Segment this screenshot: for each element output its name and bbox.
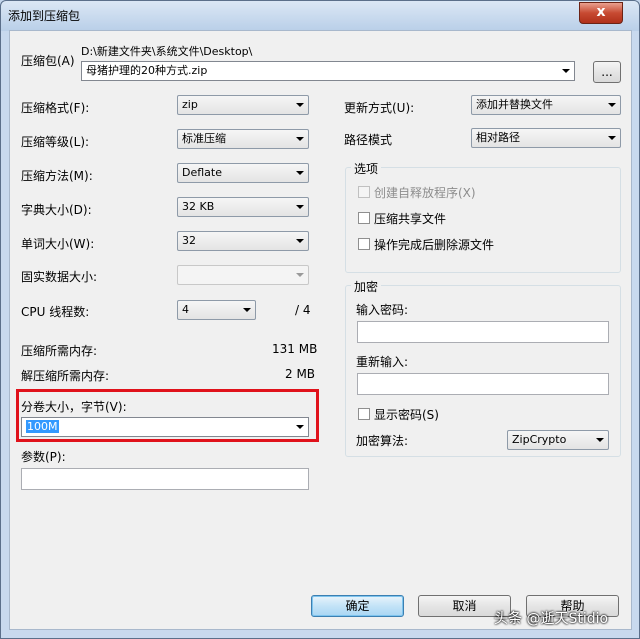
split-value: 100M [26,420,59,433]
dict-select[interactable]: 32 KB [177,197,309,217]
chevron-down-icon [243,308,251,312]
archive-label: 压缩包(A) [21,54,75,68]
mem-decompress-label: 解压缩所需内存: [21,369,110,383]
chevron-down-icon [296,425,304,429]
threads-total: / 4 [295,303,311,317]
chevron-down-icon [296,273,304,277]
method-value: Deflate [182,166,222,179]
options-title: 选项 [351,160,382,177]
chevron-down-icon [608,136,616,140]
split-combo[interactable]: 100M [21,417,309,437]
params-label: 参数(P): [21,450,66,464]
reenter-input[interactable] [357,373,609,395]
format-value: zip [182,98,198,111]
chevron-down-icon [296,205,304,209]
shared-label: 压缩共享文件 [374,212,447,226]
word-select[interactable]: 32 [177,231,309,251]
solid-select[interactable] [177,265,309,285]
mem-decompress-value: 2 MB [285,367,316,381]
params-input[interactable] [21,468,309,490]
ok-button[interactable]: 确定 [311,595,404,617]
update-select[interactable]: 添加并替换文件 [471,95,621,115]
archive-name-value: 母猪护理的20种方式.zip [86,64,208,77]
close-icon: x [596,4,606,20]
delete-checkbox[interactable] [358,238,370,250]
dialog-window: 添加到压缩包 x 压缩包(A) D:\新建文件夹\系统文件\Desktop\ 母… [0,0,640,639]
level-select[interactable]: 标准压缩 [177,129,309,149]
word-value: 32 [182,234,196,247]
pathmode-value: 相对路径 [476,131,520,144]
encrypt-title: 加密 [351,278,382,295]
method-label: 压缩方法(M): [21,169,93,183]
threads-label: CPU 线程数: [21,305,90,319]
browse-button[interactable]: ... [593,61,621,83]
threads-value: 4 [182,303,189,316]
delete-label: 操作完成后删除源文件 [374,238,495,252]
password-label: 输入密码: [356,303,409,317]
format-select[interactable]: zip [177,95,309,115]
chevron-down-icon [296,103,304,107]
dict-value: 32 KB [182,200,215,213]
chevron-down-icon [596,438,604,442]
mem-compress-label: 压缩所需内存: [21,344,98,358]
encrypt-method-label: 加密算法: [356,434,409,448]
archive-path: D:\新建文件夹\系统文件\Desktop\ [81,45,253,58]
sfx-label: 创建自释放程序(X) [374,186,476,200]
sfx-checkbox[interactable] [358,186,370,198]
dialog-client: 压缩包(A) D:\新建文件夹\系统文件\Desktop\ 母猪护理的20种方式… [9,30,632,630]
show-password-checkbox[interactable] [358,408,370,420]
split-label: 分卷大小，字节(V): [21,400,127,414]
update-value: 添加并替换文件 [476,98,553,111]
password-input[interactable] [357,321,609,343]
word-label: 单词大小(W): [21,237,95,251]
mem-compress-value: 131 MB [272,342,318,356]
level-label: 压缩等级(L): [21,135,90,149]
watermark: 头条 @逝天Stidio [494,611,609,627]
archive-name-combo[interactable]: 母猪护理的20种方式.zip [81,61,575,81]
update-label: 更新方式(U): [344,101,415,115]
chevron-down-icon [562,69,570,73]
encrypt-method-value: ZipCrypto [512,433,567,446]
chevron-down-icon [296,239,304,243]
title-bar[interactable]: 添加到压缩包 x [1,1,640,29]
format-label: 压缩格式(F): [21,101,90,115]
level-value: 标准压缩 [182,132,226,145]
reenter-label: 重新输入: [356,355,409,369]
window-title: 添加到压缩包 [8,9,81,23]
close-button[interactable]: x [579,2,623,24]
dict-label: 字典大小(D): [21,203,92,217]
pathmode-label: 路径模式 [344,133,393,147]
pathmode-select[interactable]: 相对路径 [471,128,621,148]
solid-label: 固实数据大小: [21,270,98,284]
encrypt-method-select[interactable]: ZipCrypto [507,430,609,450]
threads-select[interactable]: 4 [177,300,256,320]
chevron-down-icon [296,171,304,175]
shared-checkbox[interactable] [358,212,370,224]
chevron-down-icon [296,137,304,141]
method-select[interactable]: Deflate [177,163,309,183]
chevron-down-icon [608,103,616,107]
show-password-label: 显示密码(S) [374,408,439,422]
